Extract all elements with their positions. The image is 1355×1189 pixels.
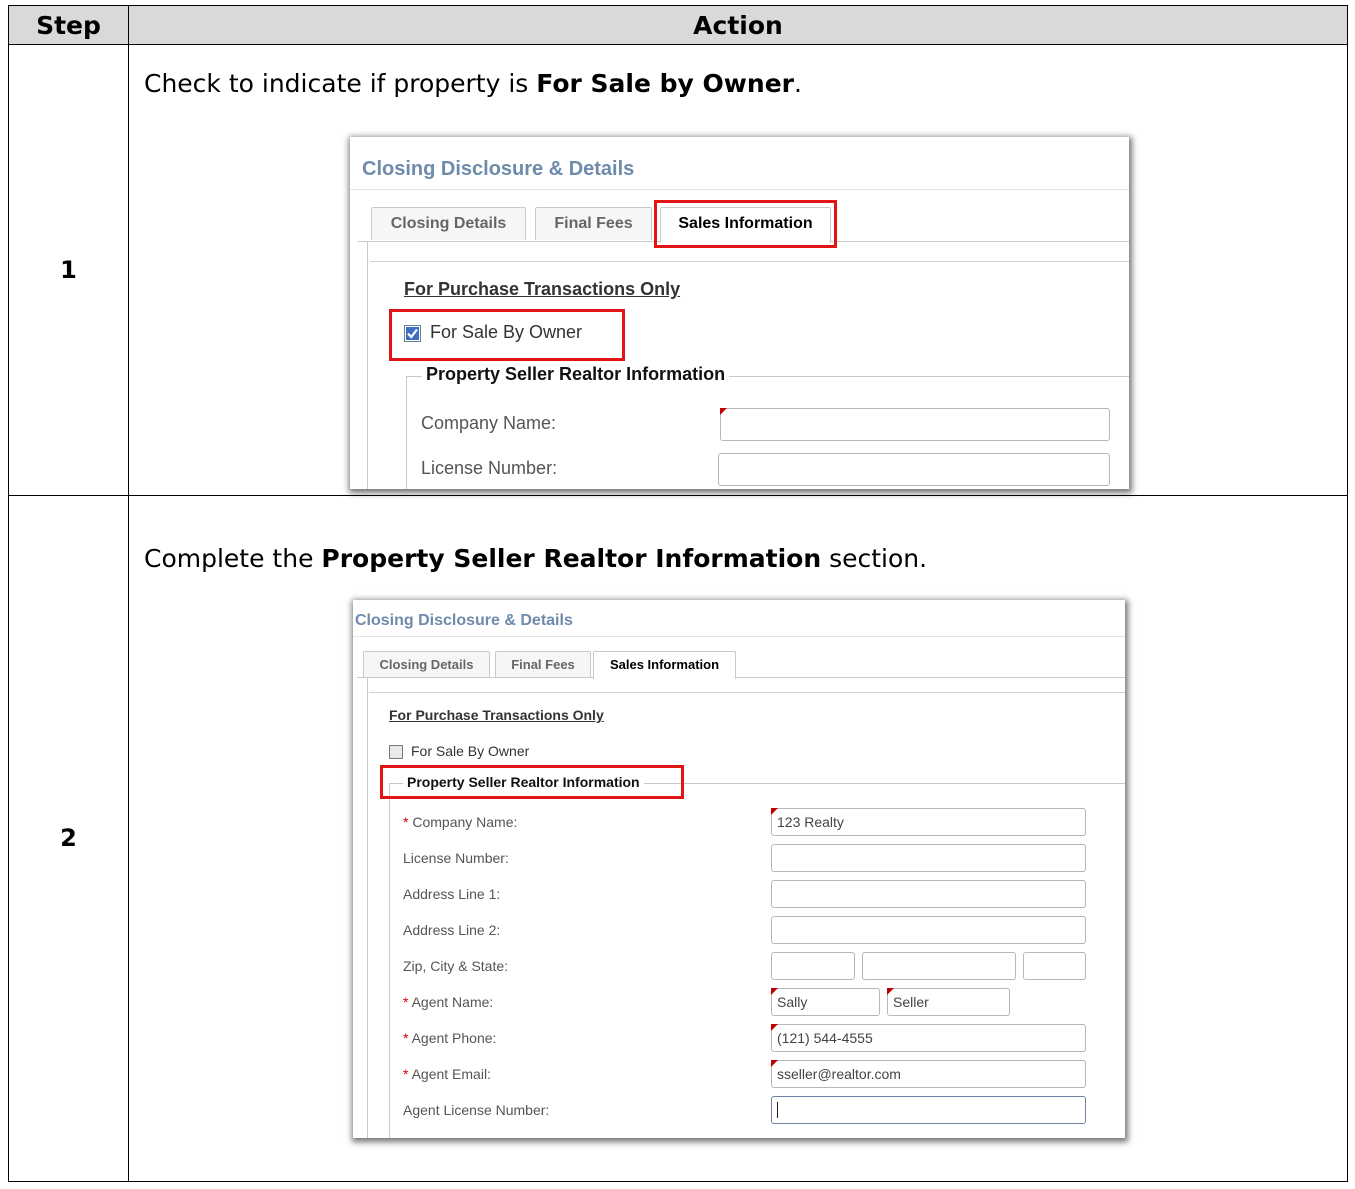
title-divider	[350, 189, 1129, 190]
required-flag	[720, 408, 727, 415]
realtor-fieldset-legend: Property Seller Realtor Information	[403, 773, 644, 790]
for-sale-by-owner-checkbox[interactable]	[404, 325, 421, 342]
required-star: *	[403, 993, 409, 1010]
agent-email-label: * Agent Email:	[403, 1066, 491, 1082]
instruction-2: Complete the Property Seller Realtor Inf…	[144, 544, 927, 573]
tab-final-fees[interactable]: Final Fees	[535, 207, 652, 240]
license-number-label: License Number:	[403, 849, 509, 866]
screen-title: Closing Disclosure & Details	[362, 158, 635, 180]
tab-baseline	[357, 676, 593, 678]
required-flag	[771, 1059, 778, 1067]
screenshot-step-1: Closing Disclosure & Details Closing Det…	[350, 137, 1129, 489]
text-caret	[777, 1101, 778, 1118]
state-input[interactable]	[1023, 951, 1086, 980]
agent-license-number-label: Agent License Number:	[403, 1101, 550, 1118]
company-name-input[interactable]: 123 Realty	[771, 807, 1086, 836]
for-sale-by-owner-label: For Sale By Owner	[411, 742, 530, 759]
tab-closing-details[interactable]: Closing Details	[371, 207, 526, 240]
tab-sales-information[interactable]: Sales Information	[593, 650, 736, 679]
agent-email-label-text: Agent Email:	[411, 1065, 491, 1082]
instruction-2-text: Complete the	[144, 543, 322, 573]
purchase-heading: For Purchase Transactions Only	[389, 706, 604, 723]
checkmark-icon	[406, 327, 419, 340]
agent-license-number-input[interactable]	[771, 1095, 1086, 1124]
realtor-fieldset-legend: Property Seller Realtor Information	[422, 364, 730, 385]
agent-name-label: * Agent Name:	[403, 994, 493, 1010]
required-flag	[771, 987, 778, 995]
company-name-label: Company Name:	[421, 413, 557, 433]
header-step: Step	[8, 5, 129, 45]
instruction-1-end: .	[793, 69, 802, 98]
fieldset-left	[389, 782, 390, 1138]
panel-top-rule	[370, 261, 1129, 262]
screen-title: Closing Disclosure & Details	[355, 611, 573, 629]
instruction-1: Check to indicate if property is For Sal…	[144, 69, 802, 98]
agent-last-name-input[interactable]: Seller	[887, 987, 1010, 1016]
company-name-label-text: Company Name:	[412, 813, 518, 830]
step-number-1: 1	[8, 44, 129, 496]
agent-name-label-text: Agent Name:	[411, 993, 494, 1010]
step-number-2: 2	[8, 494, 129, 1183]
zip-input[interactable]	[771, 951, 855, 980]
panel-border	[367, 241, 368, 489]
license-number-label: License Number:	[421, 458, 558, 478]
address-line-2-input[interactable]	[771, 915, 1086, 944]
instruction-1-bold: For Sale by Owner	[536, 69, 794, 98]
agent-phone-label-text: Agent Phone:	[411, 1029, 497, 1046]
zip-city-state-label: Zip, City & State:	[403, 957, 509, 974]
title-divider	[353, 635, 1125, 637]
agent-phone-label: * Agent Phone:	[403, 1030, 496, 1046]
panel-top-rule	[369, 691, 1125, 693]
company-name-label: * Company Name:	[403, 814, 517, 830]
license-number-input[interactable]	[718, 453, 1110, 486]
for-sale-by-owner-checkbox[interactable]	[389, 744, 403, 759]
agent-email-input[interactable]: sseller@realtor.com	[771, 1059, 1086, 1088]
required-star: *	[403, 813, 409, 830]
fieldset-left	[406, 376, 407, 489]
for-sale-by-owner-label: For Sale By Owner	[430, 322, 583, 342]
tab-baseline	[358, 241, 660, 242]
screenshot-step-2: Closing Disclosure & Details Closing Det…	[353, 599, 1125, 1138]
tab-final-fees[interactable]: Final Fees	[495, 650, 591, 677]
company-name-input[interactable]	[720, 408, 1110, 441]
tab-baseline-right	[736, 676, 1125, 678]
required-star: *	[403, 1029, 409, 1046]
license-number-input[interactable]	[771, 843, 1086, 872]
address-line-1-input[interactable]	[771, 879, 1086, 908]
action-cell-1: Check to indicate if property is For Sal…	[128, 44, 1348, 496]
header-action: Action	[128, 5, 1348, 45]
tab-closing-details[interactable]: Closing Details	[363, 650, 490, 677]
instruction-1-text: Check to indicate if property is	[144, 69, 537, 98]
instruction-table: Step Action 1 Check to indicate if prope…	[8, 5, 1348, 1183]
panel-border	[367, 676, 368, 1138]
agent-phone-input[interactable]: (121) 544-4555	[771, 1023, 1086, 1052]
address-line-2-label: Address Line 2:	[403, 921, 501, 938]
required-flag	[771, 807, 778, 815]
city-input[interactable]	[862, 951, 1016, 980]
instruction-2-end: section.	[821, 543, 928, 573]
agent-first-name-input[interactable]: Sally	[771, 987, 880, 1016]
purchase-heading: For Purchase Transactions Only	[404, 279, 681, 299]
instruction-2-bold: Property Seller Realtor Information	[321, 543, 822, 573]
required-flag	[771, 1023, 778, 1031]
address-line-1-label: Address Line 1:	[403, 885, 501, 902]
required-star: *	[403, 1065, 409, 1082]
tab-sales-information[interactable]: Sales Information	[660, 207, 831, 243]
tab-baseline-right	[831, 241, 1129, 242]
required-flag	[887, 987, 894, 995]
action-cell-2: Complete the Property Seller Realtor Inf…	[128, 494, 1348, 1183]
